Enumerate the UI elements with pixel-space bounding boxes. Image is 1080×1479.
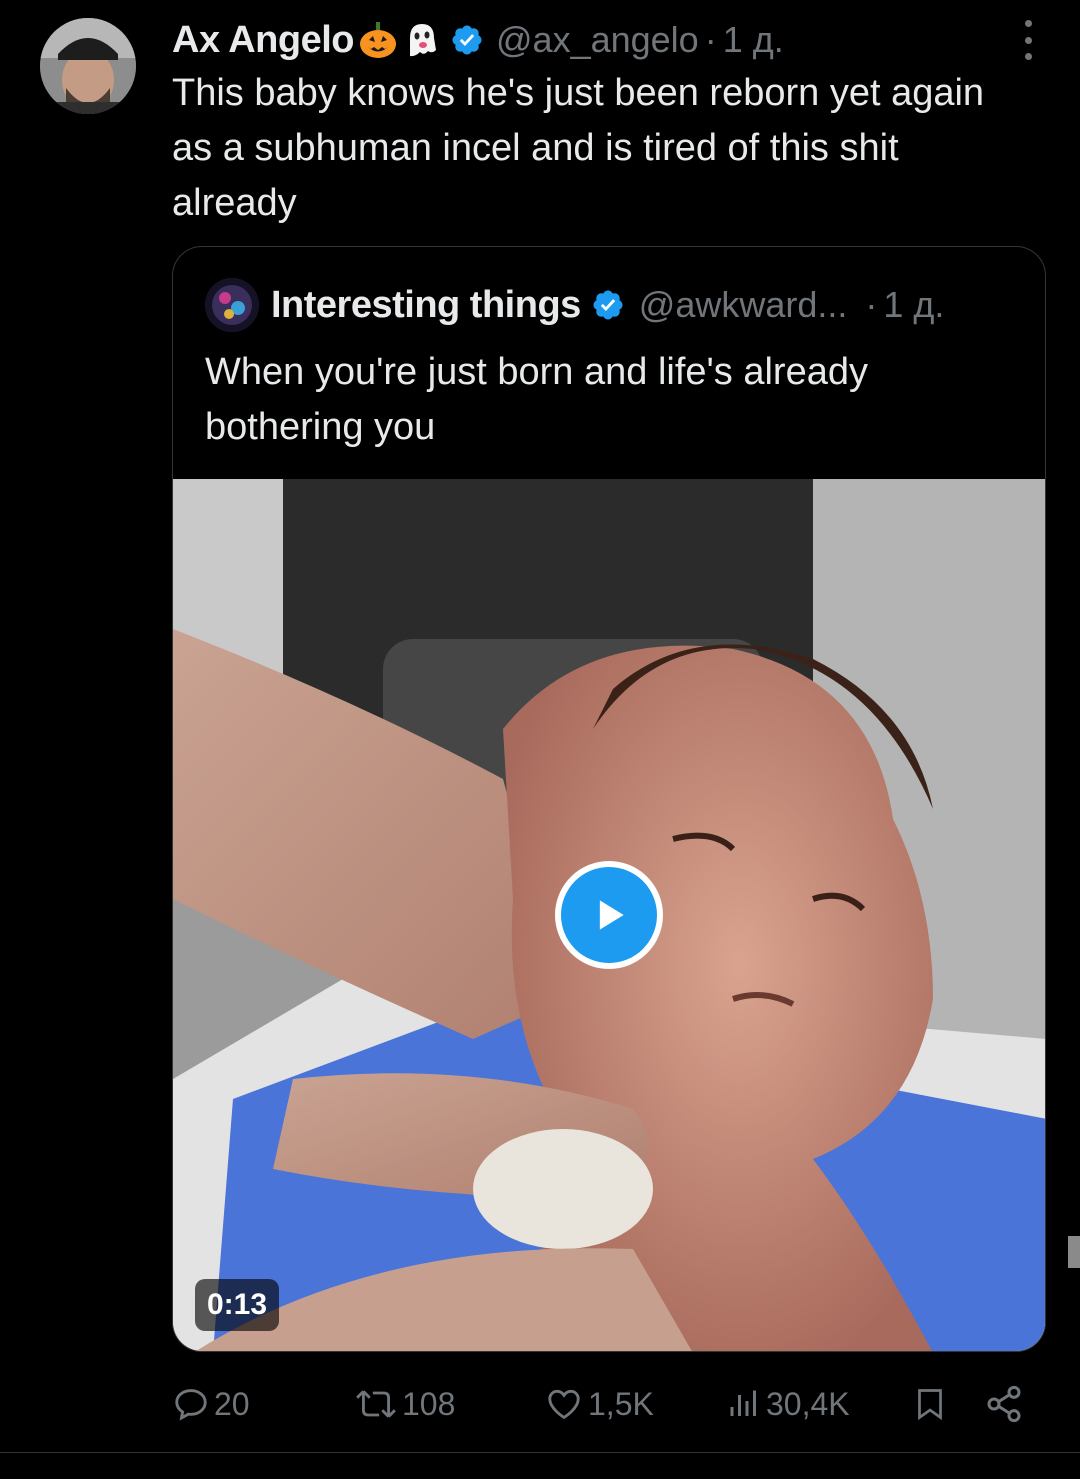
views-icon bbox=[730, 1390, 756, 1416]
like-count: 1,5K bbox=[588, 1385, 654, 1422]
quoted-text: When you're just born and life's already… bbox=[205, 351, 868, 448]
author-name[interactable]: Ax Angelo bbox=[172, 19, 355, 62]
quoted-tweet[interactable]: Interesting things @awkward... · 1 д. Wh… bbox=[172, 246, 1046, 1352]
share-button[interactable] bbox=[984, 1378, 1024, 1430]
more-options-icon[interactable] bbox=[1016, 20, 1040, 60]
tweet-divider bbox=[0, 1452, 1080, 1453]
reply-count: 20 bbox=[214, 1385, 250, 1422]
quoted-author-name: Interesting things bbox=[271, 283, 581, 326]
verified-badge-icon bbox=[593, 290, 623, 320]
separator: · bbox=[865, 284, 878, 325]
video-duration: 0:13 bbox=[195, 1279, 280, 1331]
quoted-avatar bbox=[205, 278, 259, 332]
separator: · bbox=[704, 19, 717, 60]
share-icon bbox=[987, 1385, 1021, 1423]
views-button[interactable]: 30,4K bbox=[726, 1378, 850, 1430]
ghost-emoji-icon bbox=[410, 24, 436, 57]
tweet-text: This baby knows he's just been reborn ye… bbox=[172, 72, 985, 224]
heart-icon bbox=[548, 1389, 580, 1420]
play-button[interactable] bbox=[555, 861, 663, 969]
bookmark-button[interactable] bbox=[912, 1378, 948, 1430]
post-time[interactable]: 1 д. bbox=[723, 19, 784, 61]
repost-icon bbox=[356, 1390, 396, 1418]
quoted-post-time: 1 д. bbox=[883, 284, 945, 325]
video-player[interactable]: 0:13 bbox=[173, 479, 1045, 1351]
quoted-header: Interesting things @awkward... · 1 д. bbox=[205, 277, 944, 333]
repost-button[interactable]: 108 bbox=[354, 1378, 455, 1430]
pumpkin-emoji-icon bbox=[360, 22, 396, 58]
scrollbar-thumb[interactable] bbox=[1068, 1236, 1080, 1268]
quoted-author-handle: @awkward... bbox=[638, 284, 848, 325]
repost-count: 108 bbox=[402, 1385, 456, 1422]
tweet-header: Ax Angelo @ax_angelo · 1 д. bbox=[172, 14, 1052, 66]
author-avatar[interactable] bbox=[40, 18, 136, 114]
action-bar: 20 108 1,5K 30,4K bbox=[172, 1378, 1032, 1430]
reply-icon bbox=[175, 1389, 207, 1421]
bookmark-icon bbox=[918, 1389, 942, 1421]
reply-button[interactable]: 20 bbox=[172, 1378, 250, 1430]
author-handle[interactable]: @ax_angelo bbox=[496, 19, 699, 61]
verified-badge-icon bbox=[452, 25, 482, 55]
play-icon bbox=[599, 900, 624, 930]
like-button[interactable]: 1,5K bbox=[544, 1378, 654, 1430]
views-count: 30,4K bbox=[766, 1385, 850, 1422]
